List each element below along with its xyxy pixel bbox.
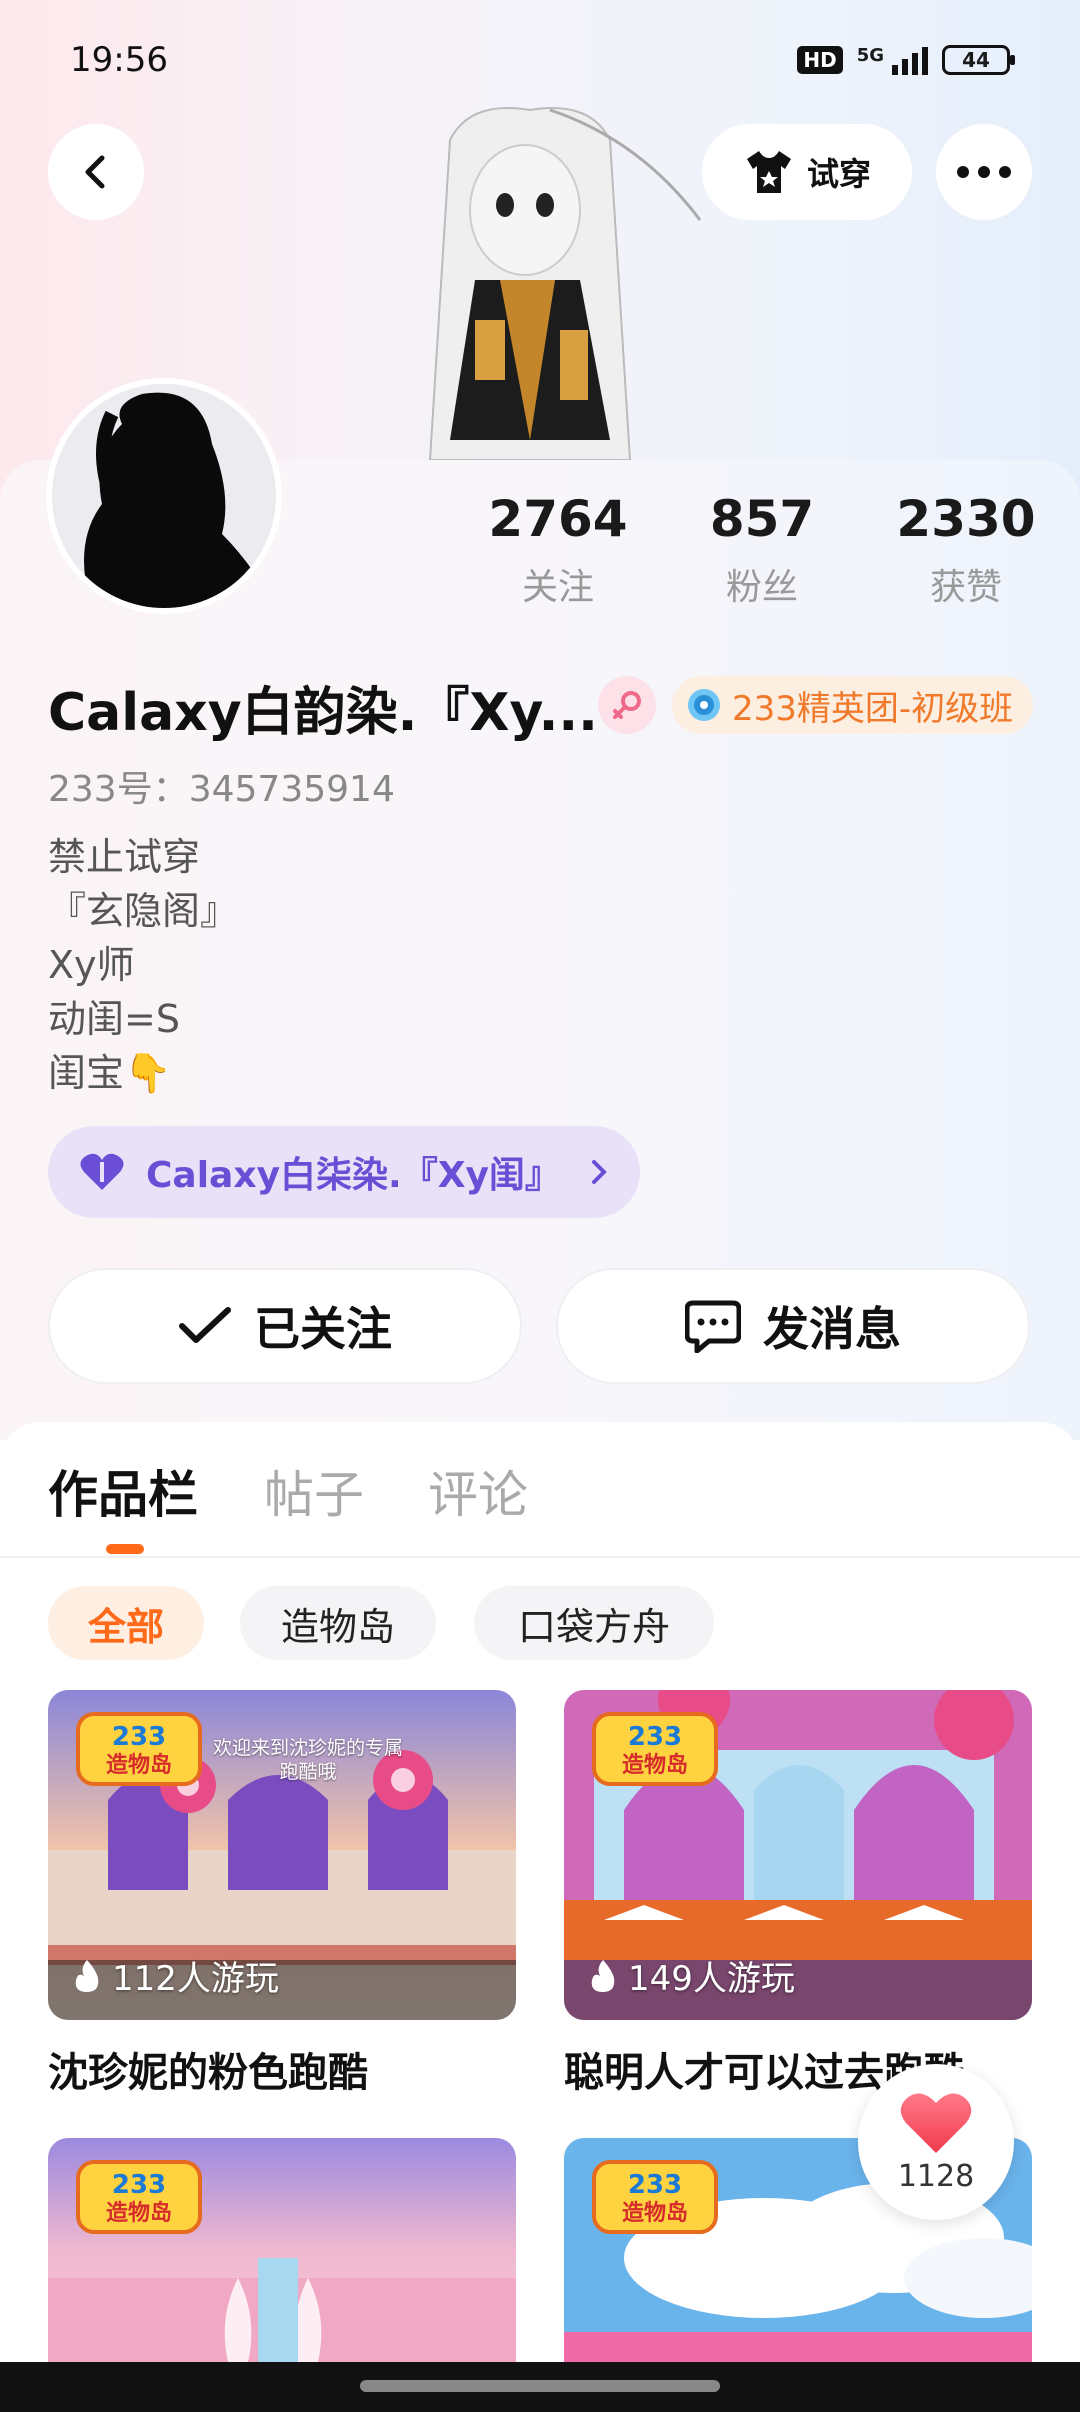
female-gender-icon <box>598 676 656 734</box>
status-icons: HD 5G 44 <box>797 45 1015 75</box>
try-on-button[interactable]: 试穿 <box>702 124 912 220</box>
creation-island-logo-icon: 233 造物岛 <box>592 1712 718 1786</box>
logo-top-text: 233 <box>628 2170 682 2200</box>
logo-bottom-text: 造物岛 <box>622 1752 688 1778</box>
elite-group-badge[interactable]: 233精英团-初级班 <box>672 676 1034 734</box>
avatar[interactable] <box>46 378 282 614</box>
bio-line: 『玄隐阁』 <box>48 889 239 933</box>
divider <box>0 1556 1080 1558</box>
stat-fans-label: 粉丝 <box>725 567 798 608</box>
creation-island-logo-icon: 233 造物岛 <box>76 1712 202 1786</box>
bio-line: 动闺=S <box>48 997 180 1041</box>
work-title[interactable]: 沈珍妮的粉色跑酷 <box>48 2040 516 2098</box>
tab-works[interactable]: 作品栏 <box>48 1455 198 1527</box>
filter-pocket-ark[interactable]: 口袋方舟 <box>474 1586 714 1660</box>
stat-likes[interactable]: 2330 获赞 <box>890 490 1042 610</box>
bio: 禁止试穿 『玄隐阁』 Xy师 动闺=S 闺宝👇 <box>48 830 238 1100</box>
send-message-label: 发消息 <box>763 1302 901 1356</box>
play-count-text: 149人游玩 <box>628 1959 795 1999</box>
filter-all[interactable]: 全部 <box>48 1586 204 1660</box>
followed-label: 已关注 <box>254 1302 392 1356</box>
user-id[interactable]: 233号：345735914 <box>48 760 395 812</box>
bio-line: Xy师 <box>48 943 135 987</box>
home-indicator[interactable] <box>360 2380 720 2392</box>
flame-icon <box>591 1959 615 1992</box>
avatar-silhouette <box>52 384 276 608</box>
chevron-left-icon <box>85 155 105 189</box>
work-card[interactable]: 233 造物岛 <box>48 2138 516 2362</box>
bio-line: 禁止试穿 <box>48 835 201 879</box>
chat-bubble-icon <box>685 1300 741 1353</box>
creation-island-logo-icon: 233 造物岛 <box>76 2160 202 2234</box>
work-card[interactable]: 233 造物岛 欢迎来到沈珍妮的专属跑酷哦 112人游玩 <box>48 1690 516 2020</box>
elite-group-label: 233精英团-初级班 <box>732 688 1014 729</box>
like-button[interactable]: 1128 <box>858 2064 1014 2220</box>
more-options-button[interactable] <box>936 124 1032 220</box>
shirt-icon <box>746 151 791 193</box>
family-chip[interactable]: Calaxy白柒染.『Xy闺』 <box>48 1126 640 1218</box>
network-type: 5G <box>856 45 884 66</box>
gem-icon <box>688 689 720 721</box>
battery-icon: 44 <box>942 45 1015 75</box>
tab-comments[interactable]: 评论 <box>428 1455 528 1527</box>
tab-posts[interactable]: 帖子 <box>264 1455 364 1527</box>
play-count-text: 112人游玩 <box>112 1959 279 1999</box>
more-dots-icon <box>957 166 1011 178</box>
filter-creation-island[interactable]: 造物岛 <box>240 1586 436 1660</box>
stat-following[interactable]: 2764 关注 <box>488 490 628 610</box>
username: Calaxy白韵染.『Xy... <box>48 683 598 743</box>
signal-icon <box>892 45 928 75</box>
like-count: 1128 <box>897 2158 975 2194</box>
stat-likes-label: 获赞 <box>929 567 1002 608</box>
logo-top-text: 233 <box>112 1722 166 1752</box>
logo-bottom-text: 造物岛 <box>622 2200 688 2226</box>
logo-bottom-text: 造物岛 <box>106 2200 172 2226</box>
try-on-label: 试穿 <box>806 155 871 193</box>
family-chip-label: Calaxy白柒染.『Xy闺』 <box>146 1155 561 1196</box>
stat-fans-count: 857 <box>709 490 815 548</box>
logo-top-text: 233 <box>628 1722 682 1752</box>
stat-following-label: 关注 <box>521 567 594 608</box>
stat-following-count: 2764 <box>488 490 628 548</box>
creation-island-logo-icon: 233 造物岛 <box>592 2160 718 2234</box>
heart-icon <box>900 2093 972 2153</box>
flame-icon <box>75 1959 99 1992</box>
bio-line: 闺宝👇 <box>48 1051 172 1095</box>
play-count: 149人游玩 <box>588 1951 795 2000</box>
hd-icon: HD <box>797 46 843 74</box>
logo-bottom-text: 造物岛 <box>106 1752 172 1778</box>
followed-button[interactable]: 已关注 <box>48 1268 522 1384</box>
work-card[interactable]: 233 造物岛 149人游玩 <box>564 1690 1032 2020</box>
in-game-banner-text: 欢迎来到沈珍妮的专属跑酷哦 <box>212 1737 403 1783</box>
stat-likes-count: 2330 <box>896 490 1036 548</box>
heart-icon <box>80 1153 124 1190</box>
tab-indicator <box>106 1544 144 1554</box>
logo-top-text: 233 <box>112 2170 166 2200</box>
checkmark-icon <box>179 1307 231 1343</box>
chevron-right-icon <box>592 1160 607 1184</box>
back-button[interactable] <box>48 124 144 220</box>
avatar-3d-figure <box>380 100 720 461</box>
play-count: 112人游玩 <box>72 1951 279 2000</box>
status-time: 19:56 <box>70 40 168 80</box>
stat-fans[interactable]: 857 粉丝 <box>692 490 832 610</box>
send-message-button[interactable]: 发消息 <box>556 1268 1030 1384</box>
